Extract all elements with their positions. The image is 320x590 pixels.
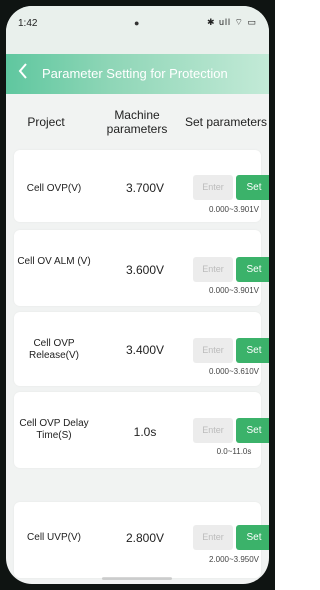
set-button[interactable]: Set: [236, 257, 269, 282]
enter-input[interactable]: Enter: [193, 418, 233, 443]
range-hint: 0.000~3.901V: [208, 205, 260, 214]
param-row: Cell OV ALM (V) 3.600V Enter Set 0.000~3…: [14, 230, 269, 306]
header-bar: Parameter Setting for Protection: [6, 54, 269, 94]
set-button[interactable]: Set: [236, 175, 269, 200]
range-hint: 2.000~3.950V: [208, 555, 260, 564]
param-row: Cell OVP Release(V) 3.400V Enter Set 0.0…: [14, 312, 269, 386]
column-header-project: Project: [27, 115, 65, 129]
status-time: 1:42: [18, 18, 38, 29]
range-hint: 0.000~3.610V: [208, 367, 260, 376]
row-label: Cell OV ALM (V): [17, 256, 91, 267]
back-button[interactable]: [18, 63, 28, 83]
chevron-left-icon: [18, 63, 27, 79]
home-indicator: [102, 577, 172, 580]
status-icons: ✱ ull ⌔ ▭: [206, 17, 257, 27]
row-label: Cell OVP Release(V): [28, 338, 80, 361]
range-hint: 0.0~11.0s: [216, 447, 252, 456]
row-machine-value: 3.600V: [125, 263, 165, 277]
row-label: Cell UVP(V): [27, 532, 81, 543]
app-screen: 1:42 ● ✱ ull ⌔ ▭ Parameter Setting for P…: [6, 6, 269, 584]
enter-input[interactable]: Enter: [193, 525, 233, 550]
row-machine-value: 1.0s: [133, 425, 157, 439]
enter-input[interactable]: Enter: [193, 175, 233, 200]
row-machine-value: 3.700V: [125, 181, 165, 195]
page-title: Parameter Setting for Protection: [42, 66, 228, 81]
row-label: Cell OVP Delay Time(S): [19, 418, 89, 441]
column-header-machine: Machine parameters: [106, 108, 168, 136]
row-label: Cell OVP(V): [26, 183, 82, 194]
row-machine-value: 2.800V: [125, 531, 165, 545]
set-button[interactable]: Set: [236, 338, 269, 363]
set-button[interactable]: Set: [236, 525, 269, 550]
set-button[interactable]: Set: [236, 418, 269, 443]
param-row: Cell OVP Delay Time(S) 1.0s Enter Set 0.…: [14, 392, 269, 468]
phone-frame: 1:42 ● ✱ ull ⌔ ▭ Parameter Setting for P…: [0, 0, 275, 590]
enter-input[interactable]: Enter: [193, 257, 233, 282]
enter-input[interactable]: Enter: [193, 338, 233, 363]
status-bar: 1:42 ● ✱ ull ⌔ ▭: [6, 6, 269, 54]
range-hint: 0.000~3.901V: [208, 286, 260, 295]
camera-dot-icon: ●: [134, 18, 140, 28]
param-row: Cell OVP(V) 3.700V Enter Set 0.000~3.901…: [14, 150, 269, 222]
column-header-set: Set parameters: [184, 115, 268, 129]
param-row: Cell UVP(V) 2.800V Enter Set 2.000~3.950…: [14, 502, 269, 578]
row-machine-value: 3.400V: [125, 343, 165, 357]
